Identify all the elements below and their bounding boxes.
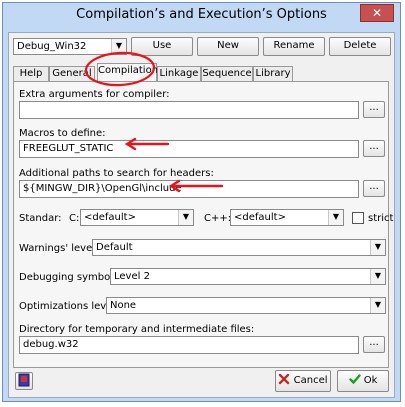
macros-browse-button[interactable]: ... [363,140,385,157]
help-button[interactable] [15,372,33,390]
c-standard-value: <default> [84,212,136,223]
extra-args-browse-button[interactable]: ... [363,101,385,118]
headers-label: Additional paths to search for headers: [19,168,214,179]
chevron-down-icon: ▼ [370,269,385,284]
macros-input[interactable]: FREEGLUT_STATIC [19,140,359,158]
chevron-down-icon: ▼ [111,39,126,54]
warnings-value: Default [96,242,133,253]
cancel-x-icon [279,373,290,385]
chevron-down-icon: ▼ [370,298,385,313]
warnings-label: Warnings' level: [19,243,99,254]
compilation-panel: Extra arguments for compiler: ... Macros… [13,81,393,368]
options-window: Compilation’s and Execution’s Options ✕ … [2,2,401,402]
ok-label: Ok [363,375,378,386]
profile-select-value: Debug_Win32 [17,41,87,52]
cpp-standard-select[interactable]: <default> ▼ [230,209,344,226]
warnings-select[interactable]: Default ▼ [92,239,386,256]
extra-args-input[interactable] [19,101,359,119]
tab-library[interactable]: Library [253,66,293,82]
ok-button[interactable]: Ok [337,370,389,392]
debug-symbols-label: Debugging symbols: [19,272,122,283]
close-window-button[interactable]: ✕ [360,4,394,22]
headers-browse-button[interactable]: ... [363,180,385,197]
c-standard-select[interactable]: <default> ▼ [80,209,194,226]
new-button[interactable]: New [197,37,259,56]
strict-label: strict [368,213,394,224]
title-bar: Compilation’s and Execution’s Options ✕ [3,3,400,29]
dialog-client-area: Debug_Win32 ▼ Use New Rename Delete Help… [8,32,395,398]
standar-label: Standar: [19,213,62,224]
tempdir-label: Directory for temporary and intermediate… [19,324,255,335]
rename-button[interactable]: Rename [263,37,325,56]
macros-label: Macros to define: [19,128,106,139]
c-standard-label: C: [69,213,80,224]
check-icon [348,374,361,385]
chevron-down-icon: ▼ [328,210,343,225]
cpp-standard-label: C++: [204,213,232,224]
strict-checkbox[interactable] [352,212,364,224]
book-icon [18,373,30,387]
tempdir-input[interactable]: debug.w32 [19,336,359,354]
optimizations-label: Optimizations level: [19,301,119,312]
cpp-standard-value: <default> [234,212,286,223]
cancel-label: Cancel [293,375,328,386]
tab-help[interactable]: Help [13,66,49,82]
chevron-down-icon: ▼ [178,210,193,225]
debug-symbols-value: Level 2 [114,271,150,282]
profile-select[interactable]: Debug_Win32 ▼ [13,38,127,55]
optimizations-value: None [110,300,137,311]
tab-linkage[interactable]: Linkage [157,66,201,82]
window-title: Compilation’s and Execution’s Options [76,7,327,22]
tab-general[interactable]: General [49,66,95,82]
tab-compilation[interactable]: Compilation [97,63,158,83]
tempdir-browse-button[interactable]: ... [363,336,385,353]
tab-sequence[interactable]: Sequence [201,66,253,82]
use-button[interactable]: Use [131,37,193,56]
cancel-button[interactable]: Cancel [275,370,331,392]
debug-symbols-select[interactable]: Level 2 ▼ [110,268,386,285]
extra-args-label: Extra arguments for compiler: [19,89,170,100]
delete-button[interactable]: Delete [329,37,391,56]
optimizations-select[interactable]: None ▼ [106,297,386,314]
headers-input[interactable]: ${MINGW_DIR}\OpenGl\include [19,180,359,198]
chevron-down-icon: ▼ [370,240,385,255]
